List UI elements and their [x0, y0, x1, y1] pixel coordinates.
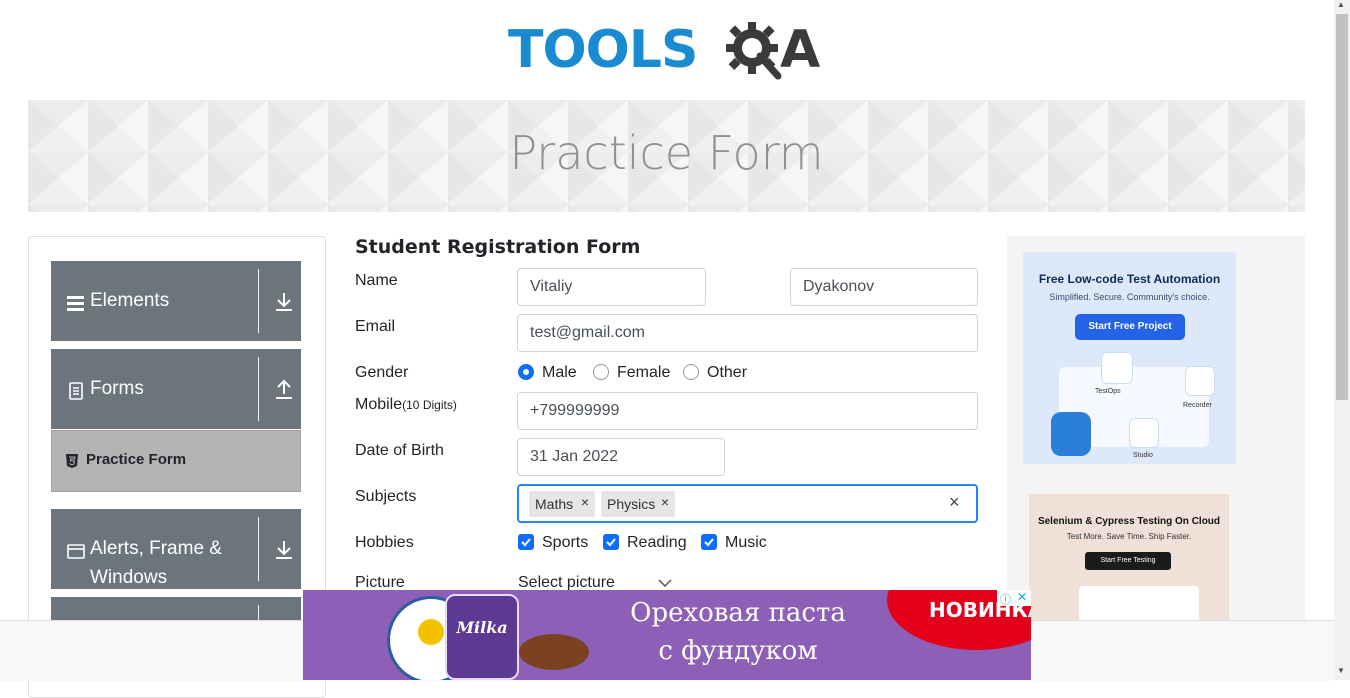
ad-label: Studio — [1133, 452, 1153, 459]
download-arrow-icon[interactable] — [273, 291, 295, 313]
first-name-input[interactable]: Vitaliy — [517, 268, 706, 306]
upload-arrow-icon[interactable] — [273, 379, 295, 401]
ad-headline-line2: с фундуком — [658, 636, 818, 666]
mobile-hint: (10 Digits) — [402, 398, 457, 412]
checkmark-icon — [606, 538, 616, 547]
checkmark-icon — [521, 538, 531, 547]
start-free-testing-button[interactable]: Start Free Testing — [1085, 552, 1171, 570]
remove-chip-icon[interactable]: × — [657, 494, 673, 510]
checkmark-icon — [704, 538, 714, 547]
ad-choices[interactable]: ⓘ ✕ — [997, 590, 1031, 606]
testops-icon — [1101, 352, 1133, 384]
hobby-music-label[interactable]: Music — [725, 534, 767, 552]
ad-low-code-automation[interactable]: Free Low-code Test Automation Simplified… — [1023, 252, 1236, 464]
gender-female-radio[interactable] — [593, 364, 609, 380]
dob-label: Date of Birth — [355, 442, 444, 459]
hamburger-icon — [67, 296, 84, 311]
ad-label: TestOps — [1095, 388, 1121, 395]
ad-subtitle: Simplified. Secure. Community's choice. — [1049, 292, 1210, 302]
divider — [258, 517, 259, 581]
sidebar-item-label: Practice Form — [86, 451, 187, 468]
ad-subtitle: Test More. Save Time. Ship Faster. — [1066, 532, 1192, 541]
divider — [258, 357, 259, 421]
subject-chip: Maths × — [529, 491, 595, 517]
mobile-label: Mobile(10 Digits) — [355, 396, 457, 414]
sidebar-group-elements[interactable]: Elements — [51, 261, 301, 341]
gender-male-label[interactable]: Male — [542, 364, 577, 382]
scroll-down-icon[interactable]: ▼ — [1337, 666, 1345, 675]
ad-headline-line1: Ореховая паста — [630, 598, 846, 628]
gender-other-radio[interactable] — [683, 364, 699, 380]
bottom-ad-banner[interactable]: Milka Ореховая паста с фундуком НОВИНКА … — [303, 590, 1031, 680]
logo-suffix: A — [780, 20, 821, 80]
toolsqa-logo[interactable]: TOOLS A — [508, 14, 838, 90]
scrollbar-thumb[interactable] — [1336, 14, 1348, 400]
hobby-music-checkbox[interactable] — [701, 534, 717, 550]
hobby-sports-checkbox[interactable] — [518, 534, 534, 550]
email-input[interactable]: test@gmail.com — [517, 314, 978, 352]
hobby-reading-checkbox[interactable] — [603, 534, 619, 550]
sidebar-group-label: Forms — [90, 378, 144, 399]
last-name-input[interactable]: Dyakonov — [790, 268, 978, 306]
clear-icon[interactable]: × — [949, 492, 960, 513]
mobile-input[interactable]: +799999999 — [517, 392, 978, 430]
sidebar-group-label-line2: Windows — [90, 567, 168, 588]
sidebar-group-label: Alerts, Frame & — [90, 538, 222, 559]
hobby-reading-label[interactable]: Reading — [627, 534, 687, 552]
start-free-project-button[interactable]: Start Free Project — [1075, 314, 1185, 340]
sidebar-group-label: Elements — [90, 290, 170, 311]
nut-spread-illustration — [519, 634, 589, 670]
adchoices-icon[interactable]: ⓘ — [1000, 591, 1011, 607]
chevron-down-icon[interactable] — [658, 578, 672, 588]
gender-other-label[interactable]: Other — [707, 364, 747, 382]
sidebar-item-practice-form[interactable]: Practice Form — [51, 430, 301, 492]
subjects-input[interactable]: Maths × Physics × × — [517, 484, 978, 523]
sidebar-group-forms[interactable]: Forms — [51, 349, 301, 429]
html5-shield-icon — [66, 454, 78, 468]
mobile-label-text: Mobile — [355, 396, 403, 413]
close-ad-icon[interactable]: ✕ — [1017, 590, 1027, 604]
hobbies-label: Hobbies — [355, 534, 414, 551]
ad-column: Free Low-code Test Automation Simplified… — [1007, 236, 1305, 636]
name-label: Name — [355, 272, 398, 289]
date-of-birth-input[interactable]: 31 Jan 2022 — [517, 438, 725, 476]
robot-illustration — [1051, 412, 1091, 456]
gear-magnifier-icon — [726, 22, 782, 80]
page-title: Practice Form — [509, 126, 824, 180]
subject-chip-label: Maths — [535, 496, 574, 512]
subjects-label: Subjects — [355, 488, 417, 505]
recorder-icon — [1185, 366, 1215, 396]
milka-brand: Milka — [456, 618, 508, 637]
page-banner: Practice Form — [28, 100, 1305, 212]
hobby-sports-label[interactable]: Sports — [542, 534, 588, 552]
divider — [258, 269, 259, 333]
form-heading: Student Registration Form — [355, 236, 641, 258]
ad-selenium-cypress[interactable]: Selenium & Cypress Testing On Cloud Test… — [1029, 494, 1229, 634]
ad-label: Recorder — [1183, 402, 1212, 409]
sidebar-group-alerts-frame-windows[interactable]: Alerts, Frame & Windows — [51, 509, 301, 589]
gender-male-radio[interactable] — [518, 364, 534, 380]
studio-icon — [1129, 418, 1159, 448]
scroll-up-icon[interactable]: ▲ — [1337, 0, 1345, 9]
gender-label: Gender — [355, 364, 409, 381]
logo-text: TOOLS — [508, 20, 698, 80]
subject-chip: Physics × — [601, 491, 675, 517]
sunflower-icon — [418, 619, 444, 645]
email-label: Email — [355, 318, 396, 335]
remove-chip-icon[interactable]: × — [577, 494, 593, 510]
ad-title: Selenium & Cypress Testing On Cloud — [1037, 516, 1221, 527]
download-arrow-icon[interactable] — [273, 539, 295, 561]
ad-title: Free Low-code Test Automation — [1038, 272, 1221, 286]
subject-chip-label: Physics — [607, 496, 656, 512]
document-icon — [69, 382, 83, 400]
window-icon — [67, 544, 85, 559]
milka-jar: Milka — [445, 594, 519, 680]
gender-female-label[interactable]: Female — [617, 364, 670, 382]
